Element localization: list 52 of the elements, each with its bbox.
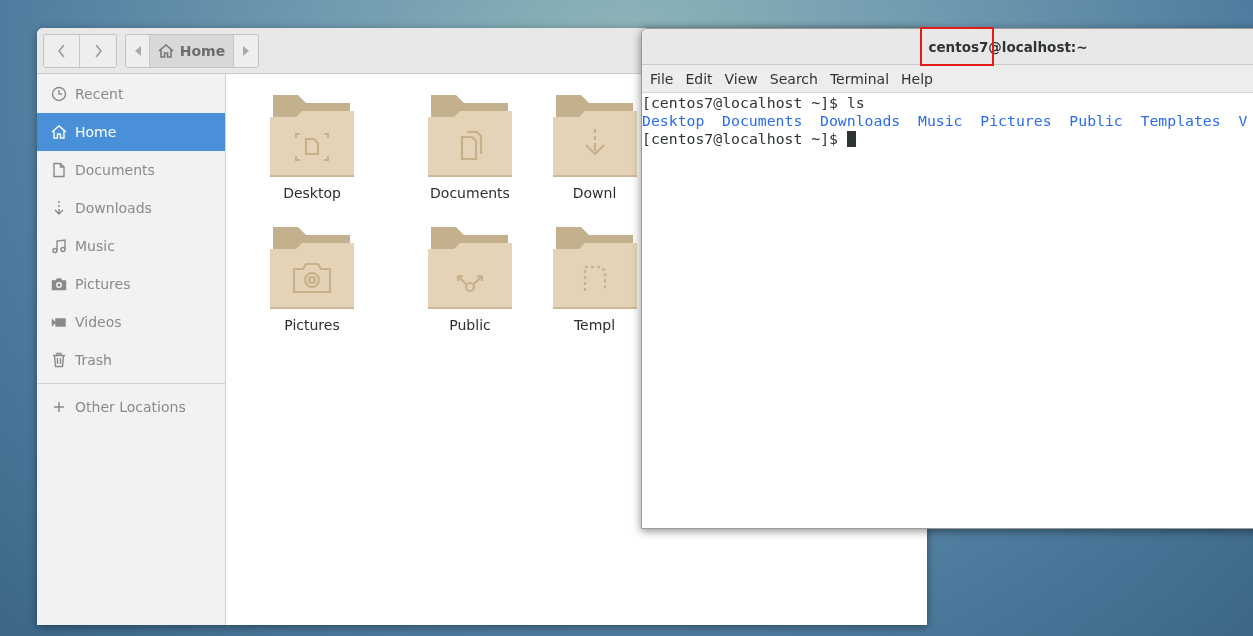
plus-icon bbox=[51, 399, 67, 415]
folder-item[interactable]: Desktop bbox=[233, 95, 391, 227]
folder-item[interactable]: Documents bbox=[391, 95, 549, 227]
directory-name: V bbox=[1238, 112, 1248, 130]
directory-name: Pictures bbox=[980, 112, 1052, 130]
folder-label: Pictures bbox=[284, 317, 340, 333]
folder-item[interactable]: Templ bbox=[549, 227, 640, 359]
folder-documents-icon bbox=[428, 95, 512, 179]
folder-desktop-icon bbox=[270, 95, 354, 179]
back-button[interactable] bbox=[44, 34, 80, 67]
menu-item[interactable]: View bbox=[718, 70, 764, 87]
command-text: ls bbox=[846, 94, 865, 112]
house-icon bbox=[157, 43, 174, 58]
camera-icon bbox=[51, 276, 67, 292]
menu-item[interactable]: Edit bbox=[679, 70, 719, 87]
folder-label: Public bbox=[449, 317, 491, 333]
chevron-right-icon bbox=[93, 43, 103, 58]
folder-template-icon bbox=[552, 227, 637, 311]
house-icon bbox=[51, 124, 67, 140]
clock-icon bbox=[51, 86, 67, 102]
directory-name: Templates bbox=[1140, 112, 1221, 130]
home-path-button[interactable]: Home bbox=[150, 34, 234, 67]
triangle-right-icon bbox=[243, 45, 249, 56]
folder-item[interactable]: Pictures bbox=[233, 227, 391, 359]
folder-download-icon bbox=[552, 95, 637, 179]
folder-label: Desktop bbox=[283, 185, 341, 201]
chevron-left-icon bbox=[56, 43, 67, 58]
directory-name: Desktop bbox=[642, 112, 705, 130]
menu-item[interactable]: Search bbox=[763, 70, 824, 87]
trash-icon bbox=[51, 352, 67, 368]
directory-name: Music bbox=[918, 112, 963, 130]
triangle-left-icon bbox=[134, 45, 141, 56]
folder-item[interactable]: Public bbox=[391, 227, 549, 359]
directory-name: Public bbox=[1069, 112, 1123, 130]
menu-item[interactable]: Terminal bbox=[823, 70, 896, 87]
path-scroll-left-button[interactable] bbox=[126, 34, 150, 67]
menu-item[interactable]: File bbox=[644, 70, 680, 87]
menu-item[interactable]: Help bbox=[895, 70, 939, 87]
music-note-icon bbox=[51, 238, 67, 254]
folder-share-icon bbox=[428, 227, 512, 311]
folder-label: Downl bbox=[572, 185, 617, 201]
folder-label: Templ bbox=[573, 317, 616, 333]
folder-label: Documents bbox=[430, 185, 510, 201]
folder-item[interactable]: Downl bbox=[549, 95, 640, 227]
prompt-text: [centos7@localhost ~]$ bbox=[642, 130, 838, 148]
forward-button[interactable] bbox=[80, 34, 116, 67]
prompt-text: [centos7@localhost ~]$ bbox=[642, 94, 838, 112]
directory-name: Downloads bbox=[820, 112, 901, 130]
folder-camera-icon bbox=[270, 227, 354, 311]
document-icon bbox=[51, 162, 67, 178]
path-scroll-right-button[interactable] bbox=[234, 34, 258, 67]
directory-name: Documents bbox=[722, 112, 803, 130]
